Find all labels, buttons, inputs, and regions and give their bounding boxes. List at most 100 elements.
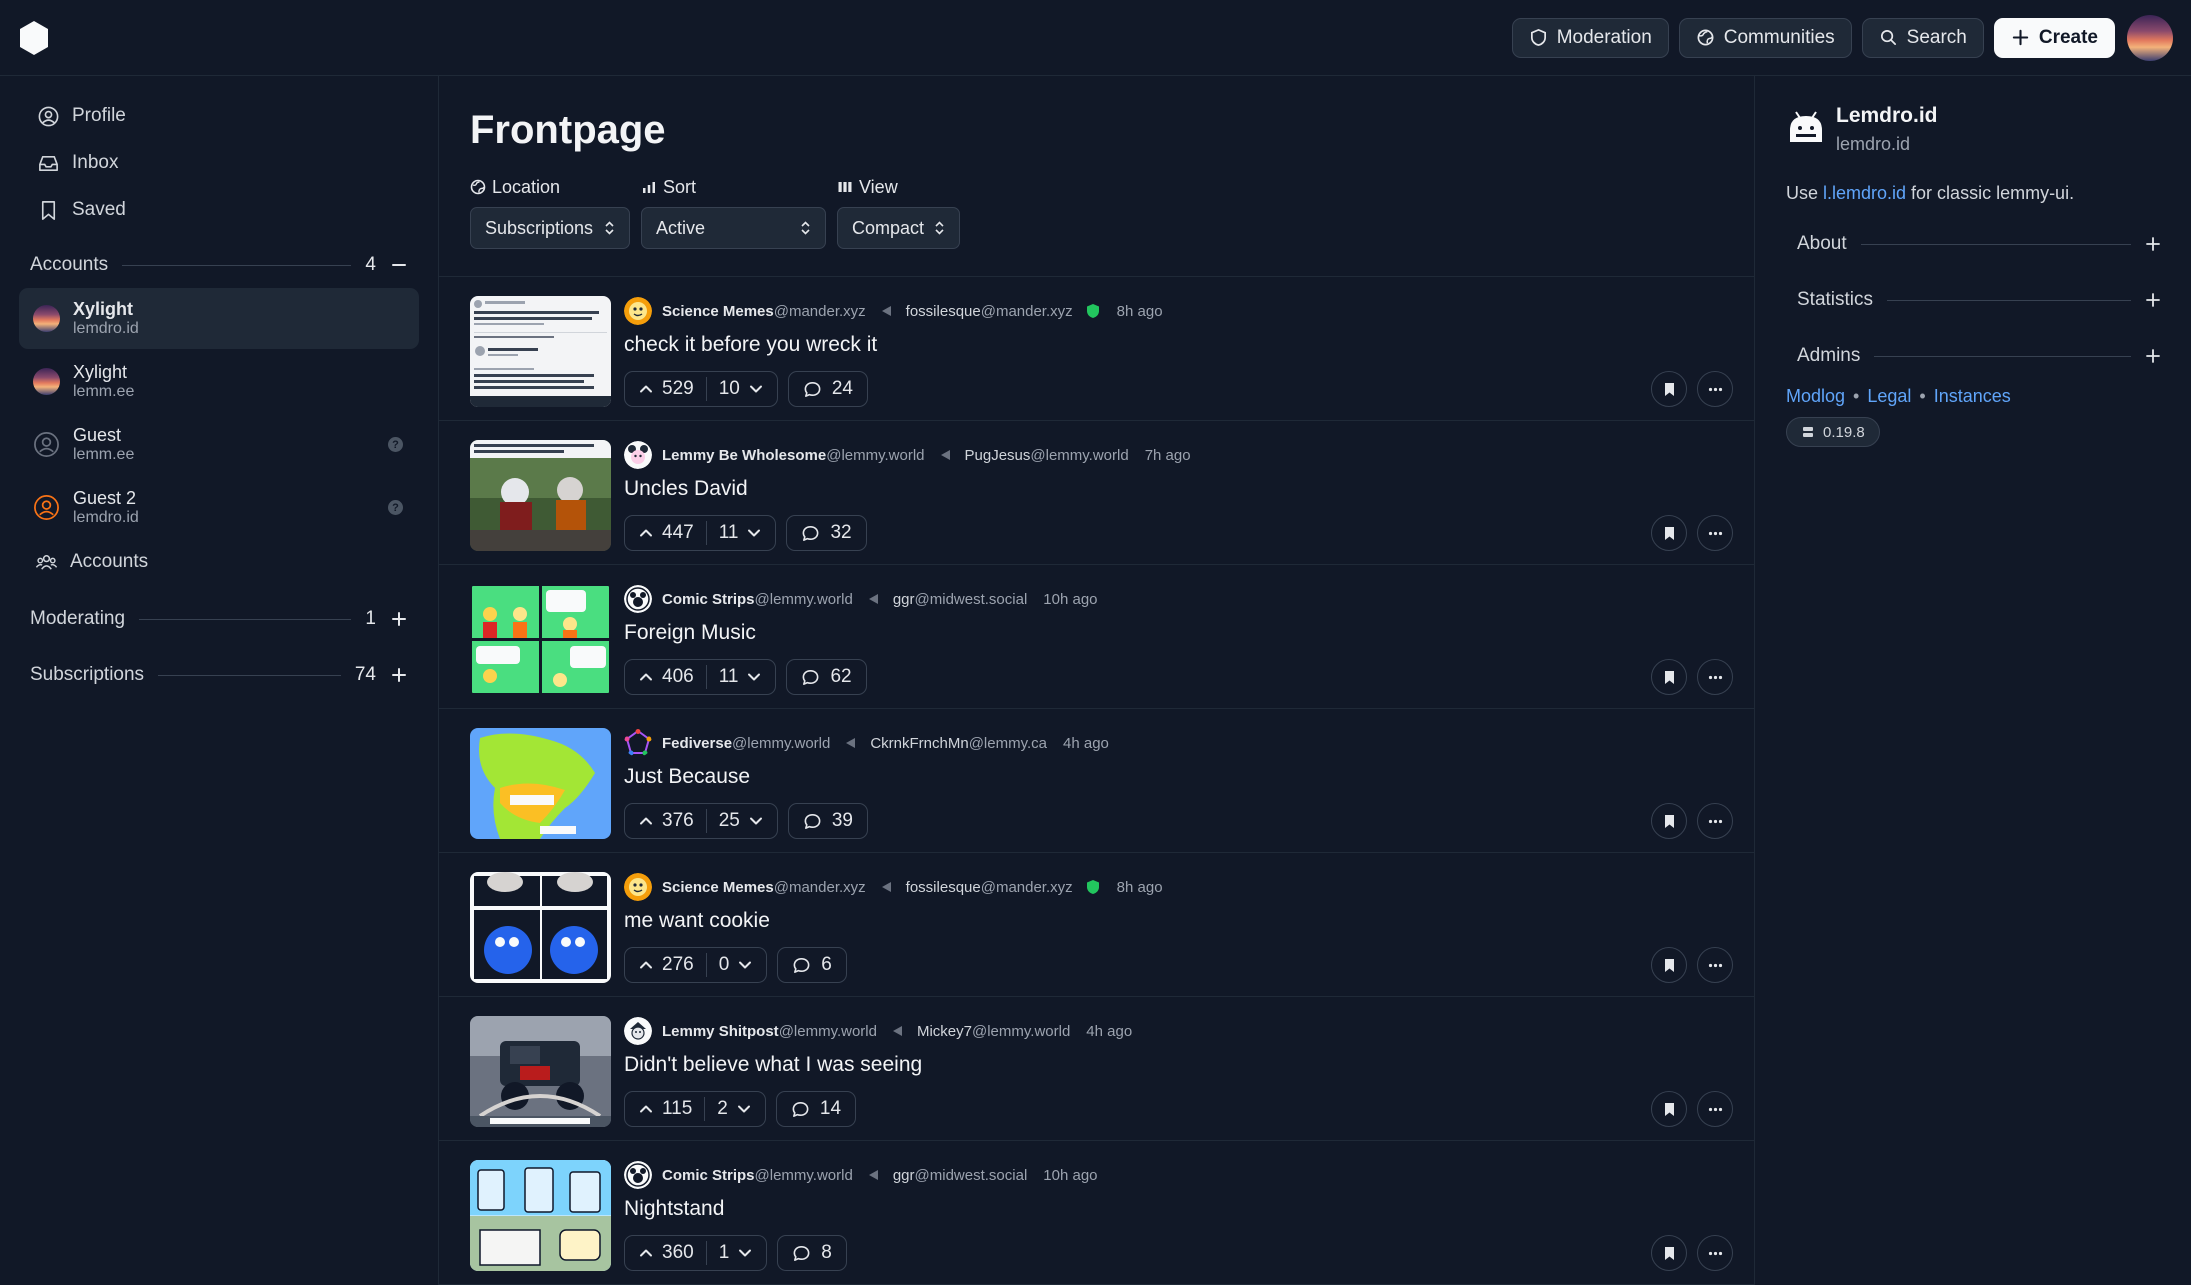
comments-button[interactable]: 32: [786, 515, 867, 551]
more-options-button[interactable]: [1697, 1091, 1733, 1127]
user-link[interactable]: Mickey7@lemmy.world: [917, 1023, 1070, 1040]
more-options-button[interactable]: [1697, 659, 1733, 695]
downvote-button[interactable]: 1: [707, 1242, 767, 1264]
downvote-button[interactable]: 11: [707, 666, 776, 688]
search-button[interactable]: Search: [1861, 17, 1984, 58]
more-options-button[interactable]: [1697, 371, 1733, 407]
downvote-button[interactable]: 25: [707, 810, 777, 832]
post-title[interactable]: Uncles David: [624, 477, 748, 501]
upvote-button[interactable]: 360: [625, 1242, 706, 1264]
save-post-button[interactable]: [1651, 515, 1687, 551]
accounts-section-header[interactable]: Accounts 4: [19, 242, 419, 288]
post-thumbnail[interactable]: [470, 728, 611, 839]
community-link[interactable]: Fediverse@lemmy.world: [662, 735, 830, 752]
create-button[interactable]: Create: [1993, 17, 2115, 58]
upvote-button[interactable]: 115: [625, 1098, 704, 1120]
user-avatar[interactable]: [2127, 14, 2173, 61]
account-item[interactable]: Guest 2 lemdro.id ?: [19, 477, 419, 538]
downvote-button[interactable]: 10: [707, 378, 777, 400]
post-thumbnail[interactable]: [470, 296, 611, 407]
user-link[interactable]: PugJesus@lemmy.world: [965, 447, 1129, 464]
subscriptions-section-header[interactable]: Subscriptions 74: [19, 652, 419, 698]
communities-button[interactable]: Communities: [1678, 17, 1852, 58]
minus-icon[interactable]: [390, 256, 408, 274]
comments-button[interactable]: 24: [787, 371, 868, 407]
post-title[interactable]: check it before you wreck it: [624, 333, 877, 357]
community-link[interactable]: Science Memes@mander.xyz: [662, 879, 866, 896]
admins-section-header[interactable]: Admins: [1786, 328, 2161, 384]
sidebar-item-accounts[interactable]: Accounts: [19, 540, 419, 584]
post-title[interactable]: Nightstand: [624, 1197, 724, 1221]
downvote-button[interactable]: 2: [705, 1098, 765, 1120]
user-link[interactable]: fossilesque@mander.xyz: [906, 303, 1073, 320]
post-title[interactable]: Didn't believe what I was seeing: [624, 1053, 922, 1077]
community-link[interactable]: Lemmy Shitpost@lemmy.world: [662, 1023, 877, 1040]
modlog-link[interactable]: Modlog: [1786, 386, 1845, 407]
legal-link[interactable]: Legal: [1867, 386, 1911, 407]
community-icon[interactable]: [624, 729, 652, 757]
plus-icon[interactable]: [390, 666, 408, 684]
post-title[interactable]: Foreign Music: [624, 621, 756, 645]
community-icon[interactable]: [624, 585, 652, 613]
upvote-button[interactable]: 276: [625, 954, 706, 976]
post-title[interactable]: me want cookie: [624, 909, 770, 933]
user-link[interactable]: fossilesque@mander.xyz: [906, 879, 1073, 896]
sidebar-item-saved[interactable]: Saved: [19, 188, 419, 232]
post-thumbnail[interactable]: [470, 1016, 611, 1127]
location-select[interactable]: Subscriptions: [470, 207, 630, 249]
sidebar-item-inbox[interactable]: Inbox: [19, 141, 419, 185]
community-icon[interactable]: [624, 873, 652, 901]
statistics-section-header[interactable]: Statistics: [1786, 272, 2161, 328]
account-item[interactable]: Guest lemm.ee ?: [19, 414, 419, 475]
account-item[interactable]: Xylight lemdro.id: [19, 288, 419, 349]
save-post-button[interactable]: [1651, 1091, 1687, 1127]
sort-select[interactable]: Active: [641, 207, 826, 249]
user-link[interactable]: ggr@midwest.social: [893, 1167, 1027, 1184]
post-thumbnail[interactable]: [470, 584, 611, 695]
save-post-button[interactable]: [1651, 371, 1687, 407]
upvote-button[interactable]: 406: [625, 666, 706, 688]
user-link[interactable]: CkrnkFrnchMn@lemmy.ca: [870, 735, 1047, 752]
save-post-button[interactable]: [1651, 803, 1687, 839]
site-logo-icon[interactable]: [18, 20, 50, 56]
comments-button[interactable]: 14: [775, 1091, 857, 1127]
post-thumbnail[interactable]: [470, 440, 611, 551]
community-icon[interactable]: [624, 1161, 652, 1189]
comments-button[interactable]: 62: [786, 659, 867, 695]
comments-button[interactable]: 8: [777, 1235, 847, 1271]
about-section-header[interactable]: About: [1786, 216, 2161, 272]
user-link[interactable]: ggr@midwest.social: [893, 591, 1027, 608]
more-options-button[interactable]: [1697, 1235, 1733, 1271]
community-icon[interactable]: [624, 1017, 652, 1045]
comments-button[interactable]: 6: [777, 947, 847, 983]
downvote-button[interactable]: 0: [707, 954, 767, 976]
more-options-button[interactable]: [1697, 515, 1733, 551]
upvote-button[interactable]: 376: [625, 810, 706, 832]
save-post-button[interactable]: [1651, 659, 1687, 695]
community-link[interactable]: Comic Strips@lemmy.world: [662, 591, 853, 608]
downvote-button[interactable]: 11: [707, 522, 776, 544]
upvote-button[interactable]: 529: [625, 378, 706, 400]
more-options-button[interactable]: [1697, 947, 1733, 983]
moderation-button[interactable]: Moderation: [1511, 17, 1669, 58]
moderating-section-header[interactable]: Moderating 1: [19, 596, 419, 642]
account-item[interactable]: Xylight lemm.ee: [19, 351, 419, 412]
community-link[interactable]: Comic Strips@lemmy.world: [662, 1167, 853, 1184]
classic-ui-link[interactable]: l.lemdro.id: [1823, 183, 1906, 203]
post-title[interactable]: Just Because: [624, 765, 750, 789]
comments-button[interactable]: 39: [787, 803, 868, 839]
community-link[interactable]: Science Memes@mander.xyz: [662, 303, 866, 320]
community-icon[interactable]: [624, 297, 652, 325]
version-badge[interactable]: 0.19.8: [1786, 417, 1880, 447]
plus-icon[interactable]: [390, 610, 408, 628]
more-options-button[interactable]: [1697, 803, 1733, 839]
community-icon[interactable]: [624, 441, 652, 469]
post-thumbnail[interactable]: [470, 1160, 611, 1271]
view-select[interactable]: Compact: [837, 207, 960, 249]
upvote-button[interactable]: 447: [625, 522, 706, 544]
post-thumbnail[interactable]: [470, 872, 611, 983]
instances-link[interactable]: Instances: [1934, 386, 2011, 407]
community-link[interactable]: Lemmy Be Wholesome@lemmy.world: [662, 447, 925, 464]
save-post-button[interactable]: [1651, 947, 1687, 983]
save-post-button[interactable]: [1651, 1235, 1687, 1271]
